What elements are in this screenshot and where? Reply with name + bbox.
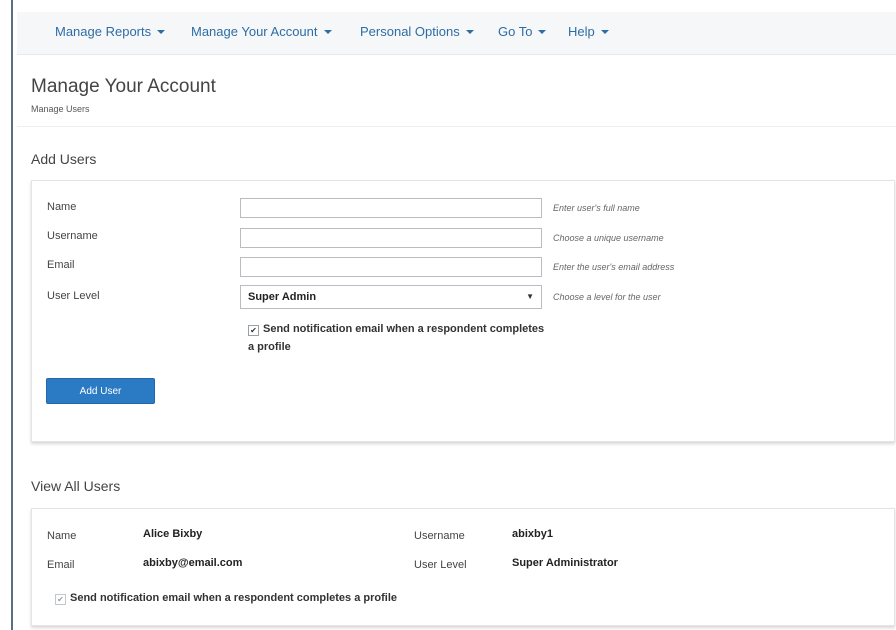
nav-help-label: Help xyxy=(568,24,595,39)
add-user-button[interactable]: Add User xyxy=(46,378,155,404)
user-notify-label: Send notification email when a responden… xyxy=(70,592,398,604)
user-notify-checkbox: ✔ xyxy=(55,594,66,605)
user-name-label: Name xyxy=(47,530,77,542)
caret-down-icon xyxy=(323,30,332,34)
header-divider xyxy=(17,126,896,127)
page-title: Manage Your Account xyxy=(31,76,216,97)
dropdown-arrow-icon: ▼ xyxy=(526,292,534,301)
top-navbar: Manage Reports Manage Your Account Perso… xyxy=(17,12,896,55)
notify-checkbox-label: Send notification email when a responden… xyxy=(248,323,545,353)
username-label: Username xyxy=(47,230,98,242)
nav-go-to[interactable]: Go To xyxy=(498,24,547,39)
caret-down-icon xyxy=(157,30,166,34)
name-input[interactable] xyxy=(240,198,542,218)
name-label: Name xyxy=(47,201,77,213)
nav-manage-your-account-label: Manage Your Account xyxy=(191,24,318,39)
add-users-panel xyxy=(31,180,895,442)
user-level-hint: Choose a level for the user xyxy=(553,292,661,302)
notify-option: ✔ Send notification email when a responde… xyxy=(248,319,548,355)
caret-down-icon xyxy=(600,30,609,34)
user-notify-option: ✔ Send notification email when a responde… xyxy=(55,588,397,606)
user-email-label: Email xyxy=(47,559,75,571)
email-hint: Enter the user's email address xyxy=(553,262,675,272)
nav-personal-options-label: Personal Options xyxy=(360,24,460,39)
username-hint: Choose a unique username xyxy=(553,233,664,243)
user-level-select[interactable]: Super Admin ▼ xyxy=(240,285,542,309)
nav-manage-reports-label: Manage Reports xyxy=(55,24,152,39)
caret-down-icon xyxy=(465,30,474,34)
view-users-heading: View All Users xyxy=(31,478,121,494)
user-level-label-readonly: User Level xyxy=(414,559,467,571)
user-username-label: Username xyxy=(414,530,465,542)
username-input[interactable] xyxy=(240,228,542,248)
email-input[interactable] xyxy=(240,257,542,277)
nav-manage-your-account[interactable]: Manage Your Account xyxy=(191,24,332,39)
name-hint: Enter user's full name xyxy=(553,203,640,213)
nav-help[interactable]: Help xyxy=(568,24,609,39)
nav-go-to-label: Go To xyxy=(498,24,533,39)
user-email-value: abixby@email.com xyxy=(143,557,243,569)
add-users-heading: Add Users xyxy=(31,151,97,167)
user-username-value: abixby1 xyxy=(512,528,553,540)
user-level-label: User Level xyxy=(47,290,100,302)
email-label: Email xyxy=(47,259,75,271)
user-level-selected: Super Admin xyxy=(248,291,317,303)
notify-checkbox[interactable]: ✔ xyxy=(248,325,259,336)
page-subtitle: Manage Users xyxy=(31,104,90,114)
nav-manage-reports[interactable]: Manage Reports xyxy=(55,24,166,39)
caret-down-icon xyxy=(538,30,547,34)
nav-personal-options[interactable]: Personal Options xyxy=(360,24,474,39)
user-name-value: Alice Bixby xyxy=(143,528,203,540)
left-edge-bar xyxy=(11,0,13,630)
user-level-value: Super Administrator xyxy=(512,557,618,569)
